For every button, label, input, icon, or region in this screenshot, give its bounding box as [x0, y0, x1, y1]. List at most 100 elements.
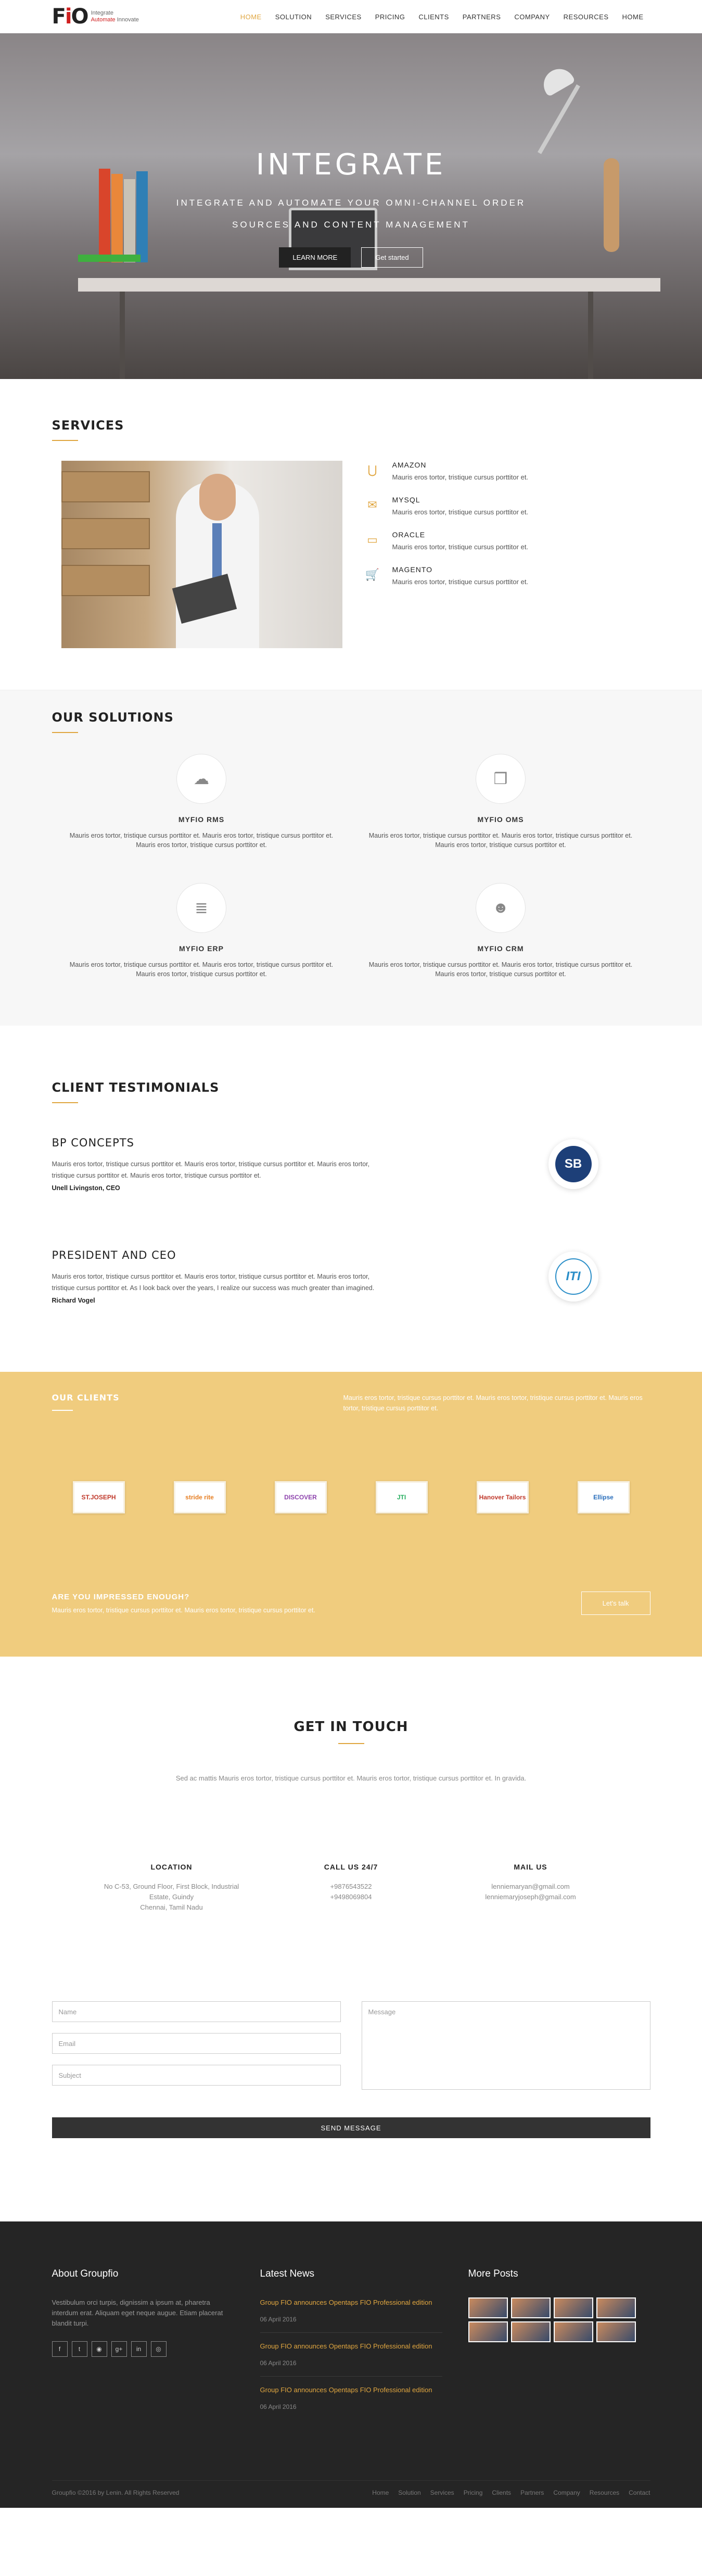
hero-subtitle: INTEGRATE AND AUTOMATE YOUR OMNI-CHANNEL…: [0, 192, 702, 236]
post-thumbnail[interactable]: [510, 2321, 551, 2342]
client-logo-mark: ITI: [555, 1258, 592, 1295]
name-field[interactable]: Name: [52, 2001, 341, 2022]
post-thumbnail[interactable]: [553, 2297, 593, 2318]
get-started-button[interactable]: Get started: [361, 247, 423, 268]
footer-link-pricing[interactable]: Pricing: [464, 2489, 483, 2496]
post-thumbnail[interactable]: [510, 2297, 551, 2318]
menu-services[interactable]: SERVICES: [318, 13, 368, 21]
services-section: SERVICES ⋃ AMAZON Mauris eros tortor, tri…: [0, 379, 702, 690]
send-message-button[interactable]: SEND MESSAGE: [52, 2117, 650, 2138]
image-shelf: [61, 565, 150, 596]
menu-resources[interactable]: RESOURCES: [557, 13, 616, 21]
cta-title: ARE YOU IMPRESSED ENOUGH?: [52, 1593, 190, 1601]
post-thumbnail[interactable]: [553, 2321, 593, 2342]
menu-pricing[interactable]: PRICING: [368, 13, 412, 21]
lets-talk-button[interactable]: Let's talk: [581, 1592, 650, 1615]
solution-text: Mauris eros tortor, tristique cursus por…: [69, 961, 334, 978]
google-plus-icon[interactable]: g+: [111, 2341, 127, 2357]
email-1[interactable]: lenniemaryan@gmail.com: [463, 1882, 598, 1892]
brand-logo[interactable]: FiO Integrate Automate Innovate: [52, 6, 139, 27]
email-2[interactable]: lenniemaryjoseph@gmail.com: [463, 1892, 598, 1902]
menu-clients[interactable]: CLIENTS: [412, 13, 455, 21]
learn-more-button[interactable]: LEARN MORE: [279, 247, 351, 268]
testimonial-quote: Mauris eros tortor, tristique cursus por…: [52, 1273, 375, 1292]
service-item: ✉ MYSQL Mauris eros tortor, tristique cur…: [363, 496, 529, 516]
news-link[interactable]: Group FIO announces Opentaps FIO Profess…: [260, 2385, 442, 2395]
footer-link-partners[interactable]: Partners: [520, 2489, 544, 2496]
phone-1[interactable]: +9876543522: [284, 1882, 419, 1892]
title-underline: [338, 1743, 364, 1744]
logo-tagline: Integrate Automate Innovate: [91, 10, 139, 23]
footer-news-title: Latest News: [260, 2268, 315, 2279]
post-thumbnail[interactable]: [596, 2321, 636, 2342]
client-logo: ITI: [548, 1252, 598, 1302]
news-item: Group FIO announces Opentaps FIO Profess…: [260, 2297, 442, 2333]
solution-item: ❒ MYFIO OMS Mauris eros tortor, tristiqu…: [351, 754, 650, 850]
footer-link-solution[interactable]: Solution: [398, 2489, 420, 2496]
service-text: Mauris eros tortor, tristique cursus por…: [392, 508, 529, 516]
footer-link-services[interactable]: Services: [430, 2489, 454, 2496]
client-logo-discover[interactable]: DISCOVER: [274, 1481, 327, 1513]
client-logo-ellipse[interactable]: Ellipse: [577, 1481, 630, 1513]
testimonial-author: Unell Livingston, CEO: [52, 1184, 120, 1192]
service-text: Mauris eros tortor, tristique cursus por…: [392, 473, 529, 481]
facebook-icon[interactable]: f: [52, 2341, 68, 2357]
rss-icon[interactable]: ◉: [91, 2341, 107, 2357]
solution-name: MYFIO CRM: [477, 944, 524, 953]
news-link[interactable]: Group FIO announces Opentaps FIO Profess…: [260, 2341, 442, 2351]
solutions-section: OUR SOLUTIONS ☁ MYFIO RMS Mauris eros to…: [0, 690, 702, 1026]
subject-field[interactable]: Subject: [52, 2065, 341, 2086]
menu-home[interactable]: HOME: [234, 13, 269, 21]
news-link[interactable]: Group FIO announces Opentaps FIO Profess…: [260, 2297, 442, 2307]
hero-subtitle-line1: INTEGRATE AND AUTOMATE YOUR OMNI-CHANNEL…: [176, 198, 526, 208]
footer-link-resources[interactable]: Resources: [590, 2489, 619, 2496]
testimonial-item: PRESIDENT AND CEO Mauris eros tortor, tr…: [52, 1249, 650, 1304]
menu-partners[interactable]: PARTNERS: [456, 13, 508, 21]
phone-2[interactable]: +9498069804: [284, 1892, 419, 1902]
hero-buttons: LEARN MORE Get started: [0, 247, 702, 268]
footer-link-company[interactable]: Company: [553, 2489, 580, 2496]
tagline-innovate: Innovate: [117, 17, 139, 23]
footer-link-contact[interactable]: Contact: [629, 2489, 650, 2496]
client-logo: SB: [548, 1139, 598, 1189]
footer-about: About Groupfio Vestibulum orci turpis, d…: [52, 2268, 234, 2428]
dribbble-icon[interactable]: ◎: [150, 2341, 167, 2357]
client-logo-jti[interactable]: JTI: [375, 1481, 428, 1513]
email-field[interactable]: Email: [52, 2033, 341, 2054]
client-logo-stjoseph[interactable]: ST.JOSEPH: [72, 1481, 125, 1513]
menu-home-2[interactable]: HOME: [616, 13, 650, 21]
post-thumbnail[interactable]: [596, 2297, 636, 2318]
cta-row: ARE YOU IMPRESSED ENOUGH? Mauris eros to…: [52, 1592, 650, 1615]
news-date: 06 April 2016: [260, 2359, 297, 2367]
post-thumbnail[interactable]: [468, 2321, 508, 2342]
message-field[interactable]: Message: [361, 2001, 650, 2090]
title-underline: [52, 440, 78, 441]
clients-section: OUR CLIENTS Mauris eros tortor, tristiqu…: [0, 1372, 702, 1657]
location-title: LOCATION: [150, 1863, 193, 1871]
news-date: 06 April 2016: [260, 2316, 297, 2323]
footer-news: Latest News Group FIO announces Opentaps…: [260, 2268, 442, 2428]
client-logo-striderite[interactable]: stride rite: [173, 1481, 226, 1513]
cta-text: Mauris eros tortor, tristique cursus por…: [52, 1607, 315, 1614]
hero-title: INTEGRATE: [256, 148, 446, 182]
envelope-icon: ✉: [367, 498, 377, 511]
client-logo-hanover[interactable]: Hanover Tailors: [476, 1481, 529, 1513]
client-logos: ST.JOSEPH stride rite DISCOVER JTI Hanov…: [52, 1481, 650, 1513]
footer-link-clients[interactable]: Clients: [492, 2489, 511, 2496]
twitter-icon[interactable]: t: [71, 2341, 87, 2357]
post-thumbnails: [468, 2297, 650, 2342]
mail-title: MAIL US: [514, 1863, 547, 1871]
magnet-icon: ⋃: [367, 463, 377, 476]
clients-title: OUR CLIENTS: [52, 1393, 120, 1403]
footer-link-home[interactable]: Home: [372, 2489, 389, 2496]
testimonial-author: Richard Vogel: [52, 1297, 95, 1304]
menu-company[interactable]: COMPANY: [507, 13, 556, 21]
linkedin-icon[interactable]: in: [131, 2341, 147, 2357]
location-block: LOCATION No C-53, Ground Floor, First Bl…: [104, 1863, 239, 1913]
menu-solution[interactable]: SOLUTION: [269, 13, 318, 21]
title-underline: [52, 1410, 73, 1411]
post-thumbnail[interactable]: [468, 2297, 508, 2318]
contact-lead: Sed ac mattis Mauris eros tortor, tristi…: [175, 1774, 527, 1782]
id-card-icon: ▭: [367, 533, 378, 546]
news-item: Group FIO announces Opentaps FIO Profess…: [260, 2385, 442, 2420]
